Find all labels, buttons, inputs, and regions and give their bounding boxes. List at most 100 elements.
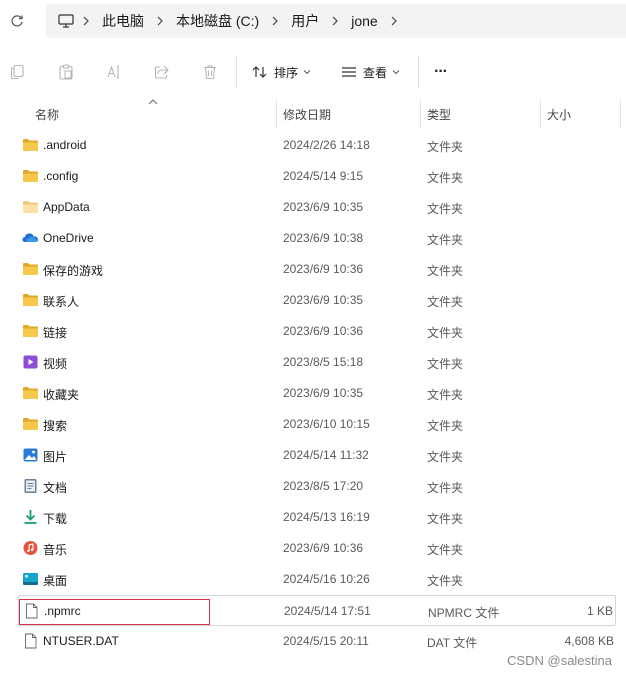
list-item[interactable]: 收藏夹 2023/6/9 10:35 文件夹 [18, 378, 616, 409]
more-options-button[interactable]: ··· [434, 60, 448, 84]
pc-crumb[interactable] [58, 14, 74, 28]
list-item[interactable]: OneDrive 2023/6/9 10:38 文件夹 [18, 223, 616, 254]
list-item[interactable]: 文档 2023/8/5 17:20 文件夹 [18, 471, 616, 502]
list-item[interactable]: .android 2024/2/26 14:18 文件夹 [18, 130, 616, 161]
file-name: 链接 [43, 326, 68, 340]
music-icon [23, 541, 38, 555]
toolbar-divider [236, 56, 237, 88]
file-date: 2024/5/13 16:19 [283, 510, 370, 524]
folder-light-icon [23, 201, 38, 213]
file-date: 2023/6/9 10:35 [283, 200, 364, 214]
address-area: 此电脑 本地磁盘 (C:) 用户 jone [0, 0, 626, 44]
list-item-selected[interactable]: .npmrc 2024/5/14 17:51 NPMRC 文件 1 KB [18, 595, 616, 626]
file-date: 2024/5/15 20:11 [283, 634, 369, 648]
address-bar[interactable]: 此电脑 本地磁盘 (C:) 用户 jone [46, 4, 626, 38]
list-item[interactable]: 搜索 2023/6/10 10:15 文件夹 [18, 409, 616, 440]
file-date: 2023/8/5 15:18 [283, 355, 364, 369]
refresh-icon [11, 15, 23, 27]
list-item[interactable]: 链接 2023/6/9 10:36 文件夹 [18, 316, 616, 347]
file-date: 2023/6/9 10:35 [283, 293, 364, 307]
file-type: DAT 文件 [427, 636, 478, 650]
column-type-label: 类型 [427, 107, 452, 122]
file-type: 文件夹 [427, 357, 464, 371]
list-item[interactable]: 音乐 2023/6/9 10:36 文件夹 [18, 533, 616, 564]
file-name: 文档 [43, 481, 68, 495]
file-icon [26, 603, 38, 619]
file-name: 保存的游戏 [43, 264, 104, 278]
chevron-right-icon[interactable] [382, 13, 406, 29]
paste-icon [59, 64, 73, 80]
list-item[interactable]: .config 2024/5/14 9:15 文件夹 [18, 161, 616, 192]
folder-icon [23, 294, 38, 306]
chevron-right-icon[interactable] [148, 13, 172, 29]
toolbar-divider [418, 56, 419, 88]
sort-icon [252, 66, 267, 78]
documents-icon [24, 479, 37, 493]
crumb-label: 本地磁盘 (C:) [176, 13, 260, 29]
file-date: 2023/6/9 10:36 [283, 262, 364, 276]
chevron-right-icon[interactable] [74, 13, 98, 29]
file-type: 文件夹 [427, 419, 464, 433]
file-name: 下载 [43, 512, 68, 526]
column-header: 名称 修改日期 类型 大小 [0, 99, 626, 128]
sort-button[interactable]: 排序 [252, 60, 311, 84]
file-name: 视频 [43, 357, 68, 371]
list-item[interactable]: 桌面 2024/5/16 10:26 文件夹 [18, 564, 616, 595]
file-date: 2024/5/14 9:15 [283, 169, 364, 183]
folder-icon [23, 139, 38, 151]
copy-button[interactable] [6, 60, 30, 84]
sort-label: 排序 [274, 65, 299, 80]
chevron-right-icon[interactable] [263, 13, 287, 29]
file-type: 文件夹 [427, 171, 464, 185]
column-type[interactable]: 类型 [420, 100, 540, 128]
file-type: 文件夹 [427, 388, 464, 402]
file-type: 文件夹 [427, 450, 464, 464]
rename-icon [107, 65, 119, 79]
list-item[interactable]: AppData 2023/6/9 10:35 文件夹 [18, 192, 616, 223]
file-type: 文件夹 [427, 233, 464, 247]
share-button[interactable] [150, 60, 174, 84]
column-date-label: 修改日期 [283, 107, 332, 122]
crumb-jone[interactable]: jone [347, 13, 381, 29]
paste-button[interactable] [54, 60, 78, 84]
view-button[interactable]: 查看 [341, 60, 400, 84]
copy-icon [10, 64, 24, 80]
list-item[interactable]: 联系人 2023/6/9 10:35 文件夹 [18, 285, 616, 316]
delete-button[interactable] [198, 60, 222, 84]
file-size: 1 KB [586, 604, 613, 618]
refresh-button[interactable] [6, 10, 28, 32]
chevron-down-icon [303, 69, 311, 75]
list-item[interactable]: 下载 2024/5/13 16:19 文件夹 [18, 502, 616, 533]
desktop-icon [23, 573, 38, 585]
list-item[interactable]: 图片 2024/5/14 11:32 文件夹 [18, 440, 616, 471]
folder-icon [23, 387, 38, 399]
crumb-local-disk[interactable]: 本地磁盘 (C:) [172, 11, 263, 31]
file-date: 2023/6/9 10:36 [283, 324, 364, 338]
file-name: 搜索 [43, 419, 68, 433]
file-date: 2023/6/9 10:36 [283, 541, 364, 555]
computer-icon [58, 14, 74, 28]
crumb-this-pc[interactable]: 此电脑 [98, 11, 148, 31]
crumb-label: 用户 [291, 13, 320, 29]
column-date[interactable]: 修改日期 [276, 100, 420, 128]
column-size[interactable]: 大小 [540, 100, 620, 128]
file-date: 2023/8/5 17:20 [283, 479, 364, 493]
crumb-users[interactable]: 用户 [287, 11, 323, 31]
file-name: NTUSER.DAT [43, 634, 119, 648]
chevron-right-icon[interactable] [323, 13, 347, 29]
watermark: CSDN @salestina [507, 653, 612, 668]
file-date: 2024/5/14 11:32 [283, 448, 369, 462]
column-size-label: 大小 [547, 107, 572, 122]
file-name: 收藏夹 [43, 388, 80, 402]
view-label: 查看 [363, 65, 388, 80]
list-item[interactable]: 视频 2023/8/5 15:18 文件夹 [18, 347, 616, 378]
rename-button[interactable] [102, 60, 126, 84]
file-type: 文件夹 [427, 264, 464, 278]
column-divider[interactable] [620, 100, 621, 128]
list-item[interactable]: 保存的游戏 2023/6/9 10:36 文件夹 [18, 254, 616, 285]
chevron-down-icon [392, 69, 400, 75]
file-icon [25, 633, 37, 649]
command-bar: 排序 查看 ··· [0, 48, 626, 96]
file-type: 文件夹 [427, 543, 464, 557]
file-name: AppData [43, 200, 90, 214]
